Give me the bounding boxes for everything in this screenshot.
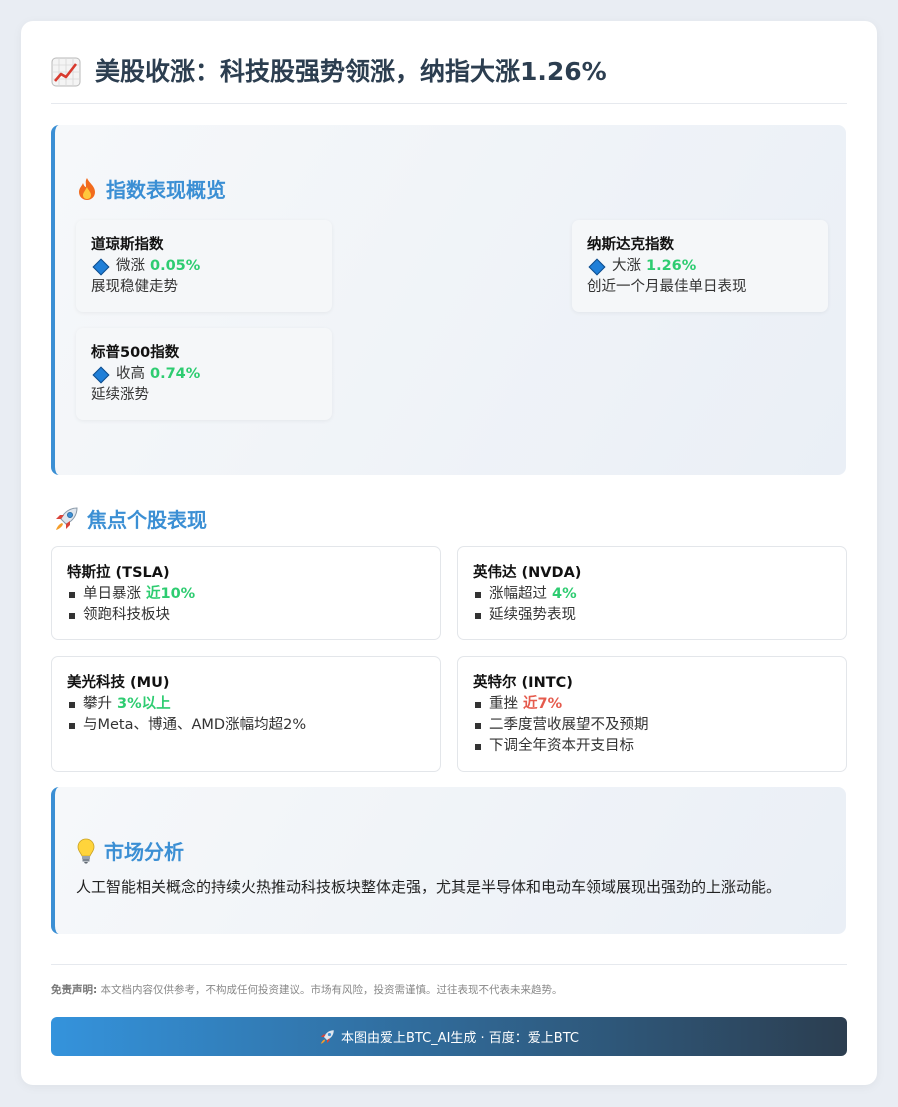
analysis-text: 人工智能相关概念的持续火热推动科技板块整体走强，尤其是半导体和电动车领域展现出强… (76, 878, 782, 896)
lightbulb-icon (77, 838, 95, 863)
index-card-dow: 道琼斯指数 微涨 0.05% 展现稳健走势 (76, 220, 332, 312)
index-name: 道琼斯指数 (91, 237, 164, 253)
stock-bullet: 下调全年资本开支目标 (473, 736, 831, 757)
change-value: 0.74% (150, 366, 201, 382)
stock-bullet: 与Meta、博通、AMD涨幅均超2% (67, 715, 425, 736)
stock-bullet: 二季度营收展望不及预期 (473, 715, 831, 736)
stock-change-value: 近7% (523, 696, 563, 712)
stock-bullet: 涨幅超过 4% (473, 584, 831, 605)
footer-banner: 本图由爱上BTC_AI生成 · 百度：爱上BTC (51, 1017, 847, 1056)
stock-change-value: 4% (552, 586, 577, 602)
stock-name: 美光科技 (MU) (67, 675, 170, 691)
fire-icon (79, 177, 95, 200)
index-desc: 创近一个月最佳单日表现 (587, 279, 747, 295)
change-value: 0.05% (150, 258, 201, 274)
stock-change-value: 3%以上 (117, 696, 171, 712)
header: 美股收涨：科技股强势领涨，纳指大涨1.26% (51, 53, 847, 104)
index-change: 收高 0.74% (91, 364, 317, 385)
rocket-icon (56, 506, 78, 530)
stock-bullet: 单日暴涨 近10% (67, 584, 425, 605)
page-title: 美股收涨：科技股强势领涨，纳指大涨1.26% (95, 57, 607, 86)
stock-card-mu: 美光科技 (MU) 攀升 3%以上 与Meta、博通、AMD涨幅均超2% (51, 656, 441, 772)
diamond-icon (92, 366, 110, 383)
index-overview-panel: 指数表现概览 道琼斯指数 微涨 0.05% 展现稳健走势 纳斯达克指数 大涨 1… (51, 125, 846, 475)
stock-bullet: 攀升 3%以上 (67, 694, 425, 715)
index-card-nasdaq: 纳斯达克指数 大涨 1.26% 创近一个月最佳单日表现 (572, 220, 828, 312)
disclaimer-text: 本文档内容仅供参考，不构成任何投资建议。市场有风险，投资需谨慎。过往表现不代表未… (100, 984, 563, 996)
stock-bullet: 延续强势表现 (473, 605, 831, 626)
disclaimer: 免责声明: 本文档内容仅供参考，不构成任何投资建议。市场有风险，投资需谨慎。过往… (51, 982, 563, 997)
chart-up-icon (51, 57, 81, 87)
change-verb: 大涨 (612, 258, 641, 274)
index-change: 微涨 0.05% (91, 256, 317, 277)
diamond-icon (92, 258, 110, 275)
stock-card-nvda: 英伟达 (NVDA) 涨幅超过 4% 延续强势表现 (457, 546, 847, 640)
stock-bullet: 重挫 近7% (473, 694, 831, 715)
section-title: 焦点个股表现 (87, 508, 207, 532)
diamond-icon (588, 258, 606, 275)
divider (51, 964, 847, 965)
stock-name: 英伟达 (NVDA) (473, 565, 582, 581)
index-name: 纳斯达克指数 (587, 237, 674, 253)
stocks-heading: 焦点个股表现 (53, 504, 207, 533)
change-verb: 收高 (116, 366, 145, 382)
index-card-sp500: 标普500指数 收高 0.74% 延续涨势 (76, 328, 332, 420)
index-desc: 展现稳健走势 (91, 279, 178, 295)
index-overview-heading: 指数表现概览 (76, 174, 226, 203)
market-analysis-panel: 市场分析 人工智能相关概念的持续火热推动科技板块整体走强，尤其是半导体和电动车领… (51, 787, 846, 934)
stock-card-tsla: 特斯拉 (TSLA) 单日暴涨 近10% 领跑科技板块 (51, 546, 441, 640)
index-desc: 延续涨势 (91, 387, 149, 403)
analysis-heading: 市场分析 (76, 836, 184, 865)
rocket-icon (320, 1029, 334, 1044)
disclaimer-label: 免责声明: (51, 984, 98, 996)
change-verb: 微涨 (116, 258, 145, 274)
stock-card-intc: 英特尔 (INTC) 重挫 近7% 二季度营收展望不及预期 下调全年资本开支目标 (457, 656, 847, 772)
footer-text: 本图由爱上BTC_AI生成 · 百度：爱上BTC (341, 1031, 579, 1046)
stock-name: 英特尔 (INTC) (473, 675, 573, 691)
change-value: 1.26% (646, 258, 697, 274)
report-card: 美股收涨：科技股强势领涨，纳指大涨1.26% 指数表现概览 道琼斯指数 微涨 0… (21, 21, 877, 1085)
stock-bullet: 领跑科技板块 (67, 605, 425, 626)
section-title: 市场分析 (104, 840, 184, 864)
section-title: 指数表现概览 (106, 178, 226, 202)
stock-name: 特斯拉 (TSLA) (67, 565, 170, 581)
index-name: 标普500指数 (91, 345, 180, 361)
stock-change-value: 近10% (146, 586, 196, 602)
index-change: 大涨 1.26% (587, 256, 813, 277)
